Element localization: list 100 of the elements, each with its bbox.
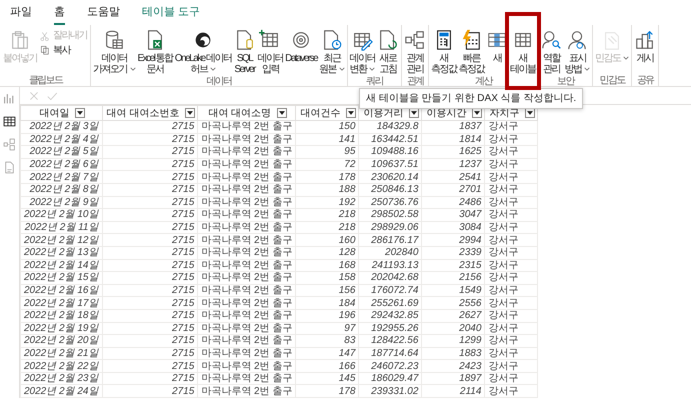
ribbon-button[interactable]: 데이터 가져오기 [92,28,136,76]
group-label: 관계 [406,76,424,86]
table-cell: 강서구 [484,158,538,171]
table-cell: 250846.13 [358,183,422,196]
table-cell: 마곡나루역 2번 출구 [198,384,296,398]
filter-button[interactable] [277,108,288,118]
table-cell: 2022년 2월 20일 [20,334,102,348]
database-table-icon [103,28,126,50]
model-view-icon[interactable] [3,137,16,152]
table-cell: 마곡나루역 2번 출구 [198,322,296,335]
ribbon-button[interactable]: 새 테이블 [509,28,537,76]
table-cell: 178 [296,170,359,184]
table-cell: 230620.14 [358,170,422,184]
table-cell: 2022년 2월 17일 [20,296,102,310]
table-cell: 강서구 [484,296,538,310]
table-cell: 2715 [102,158,198,171]
clipboard-icon [9,28,31,50]
ribbon-button[interactable]: OneLake 데이터 허브 [174,28,233,76]
column-header: 대여건수 [300,108,340,118]
report-view-icon[interactable] [3,91,16,106]
ribbon-button[interactable]: 표시 방법 [564,28,592,76]
table-cell: 83 [296,334,359,348]
table-cell: 2715 [102,284,198,297]
table-cell: 2627 [422,309,485,322]
table-cell: 72 [296,158,359,171]
table-cell: 2715 [102,296,198,310]
table-cell: 1625 [422,146,485,158]
table-cell: 2715 [102,246,198,260]
ribbon-button[interactable]: 역할 관리 [540,28,564,76]
table-cell: 강서구 [484,133,538,146]
table-cell: 강서구 [484,120,538,134]
table-cell: 184 [296,296,359,310]
ribbon-button[interactable]: 최근 원본 [318,28,346,76]
ribbon-button[interactable]: 새 [485,28,510,64]
ribbon-button[interactable]: Dataverse [284,28,318,64]
table-cell: 292432.85 [358,309,422,322]
filter-button[interactable] [185,108,196,118]
table-cell: 2715 [102,146,198,158]
ribbon-tab[interactable]: 테이블 도구 [142,5,200,25]
relationship-icon [404,28,426,50]
table-cell: 166 [296,360,359,372]
group-label: 클립보드 [28,75,64,86]
table-cell: 강서구 [484,170,538,184]
group-label: 쿼리 [365,76,384,86]
caret-icon [279,110,286,115]
table-cell: 마곡나루역 2번 출구 [198,334,296,348]
table-cell: 141 [296,133,359,146]
table-cell: 250736.76 [358,196,422,209]
tooltip: 새 테이블을 만들기 위한 DAX 식를 작성합니다. [359,88,584,108]
table-cell: 241193.13 [358,259,422,272]
column-header: 대여일 [39,108,70,118]
table-cell: 마곡나루역 2번 출구 [198,158,296,171]
table-cell: 2556 [422,296,485,310]
table-cell: 1299 [422,334,485,348]
table-cell: 2715 [102,221,198,234]
table-cell: 255261.69 [358,296,422,310]
ribbon-button[interactable]: 새로 고침 [376,28,400,76]
calculator-bolt-icon [460,28,482,50]
ribbon-button[interactable]: 복사 [38,44,89,56]
table-cell: 2022년 2월 5일 [20,146,102,158]
table-cell: 마곡나루역 2번 출구 [198,133,296,146]
table-cell: 109637.51 [358,158,422,171]
ribbon-button[interactable]: 게시 [633,28,658,64]
table-cell: 마곡나루역 2번 출구 [198,120,296,134]
table-cell: 188 [296,183,359,196]
column-header: 대여 대여소번호 [106,108,180,118]
ribbon-button[interactable]: 관계 관리 [403,28,428,76]
table-cell: 마곡나루역 2번 출구 [198,284,296,297]
ribbon-tab[interactable]: 파일 [10,5,32,25]
ribbon-button[interactable]: 빠른 측정값 [458,28,486,76]
table-cell: 145 [296,372,359,385]
table-cell: 128 [296,246,359,260]
table-cell: 강서구 [484,234,538,246]
ribbon-tab[interactable]: 도움말 [87,5,120,25]
table-cell: 246072.23 [358,360,422,372]
table-cell: 강서구 [484,360,538,372]
ribbon-button[interactable]: 새 측정값 [430,28,458,76]
ribbon-button[interactable]: Excel 통합 문서 [136,28,174,76]
table-cell: 마곡나루역 2번 출구 [198,372,296,385]
query-view-icon[interactable] [3,160,16,175]
table-cell: 2022년 2월 6일 [20,158,102,171]
filter-button[interactable] [75,108,86,118]
table-cell: 강서구 [484,347,538,360]
table-cell: 178 [296,384,359,398]
ribbon-button[interactable]: 데이터 입력 [256,28,284,76]
group-label: 데이터 [205,76,232,86]
table-cell: 192955.26 [358,322,422,335]
table-cell: 강서구 [484,272,538,284]
table-view-icon[interactable] [3,114,16,129]
table-cell: 2040 [422,322,485,335]
caret-icon [411,110,418,115]
ribbon-button[interactable]: 데이터 변환 [348,28,376,76]
ribbon-button[interactable]: SQL Server [232,28,257,76]
table-cell: 150 [296,120,359,134]
filter-button[interactable] [346,108,356,118]
table-cell: 3047 [422,208,485,222]
table-cell: 95 [296,146,359,158]
table-cell: 2701 [422,183,485,196]
table-cell: 강서구 [484,322,538,335]
table-cell: 186029.47 [358,372,422,385]
